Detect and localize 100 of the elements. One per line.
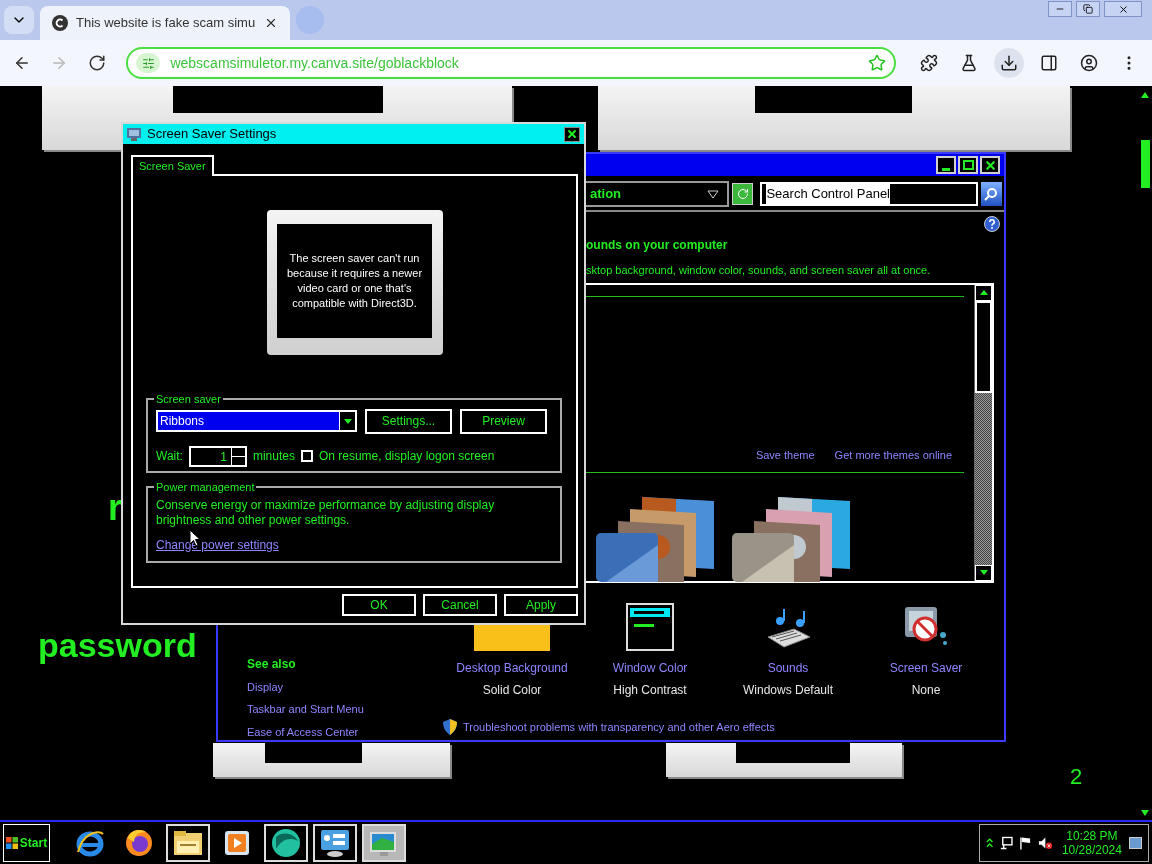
setting-value: Solid Color: [482, 681, 542, 699]
web-button[interactable]: [598, 86, 1070, 150]
scrollbar[interactable]: [974, 284, 992, 581]
web-button[interactable]: [213, 743, 450, 777]
scroll-up-icon[interactable]: [979, 290, 988, 295]
search-text: Search Control Panel: [766, 184, 890, 204]
sliders-icon[interactable]: [141, 56, 155, 70]
setting-value: High Contrast: [613, 681, 687, 699]
dialog-button[interactable]: Apply: [504, 594, 578, 616]
restore-icon[interactable]: [1083, 4, 1093, 14]
select-value: Ribbons: [159, 413, 206, 430]
theme-link[interactable]: Save theme: [755, 446, 815, 463]
browser-e-icon: [75, 828, 105, 858]
dialog-button[interactable]: Settings...: [365, 408, 452, 434]
taskbar-app-button[interactable]: [264, 824, 308, 862]
page-text: password: [38, 628, 197, 662]
wait-spinner[interactable]: 1: [188, 445, 247, 467]
flask-icon[interactable]: [960, 54, 978, 72]
help-icon[interactable]: [984, 216, 1000, 232]
scroll-down-icon[interactable]: [979, 570, 988, 575]
close-icon[interactable]: [1117, 3, 1129, 15]
folder-icon: [172, 829, 204, 857]
dialog-button[interactable]: Preview: [460, 408, 547, 434]
minimize-button[interactable]: [936, 156, 956, 174]
power-settings-link[interactable]: Change power settings: [156, 535, 552, 554]
site-settings-button[interactable]: [136, 53, 161, 73]
download-button[interactable]: [994, 48, 1024, 78]
start-button[interactable]: Start: [3, 824, 50, 862]
refresh-button[interactable]: [731, 183, 754, 205]
preview-message: The screen saver can't run because it requires a newer video card or one that's compatible with Direct3D.: [285, 251, 424, 311]
clock-time: 10:28 PM: [1066, 829, 1118, 843]
download-icon[interactable]: [1000, 54, 1018, 72]
browser-tab[interactable]: This website is fake scam simu: [40, 6, 290, 40]
url-text: webscamsimuletor.my.canva.site/goblackblock: [170, 53, 460, 73]
control-panel-icon: [319, 828, 351, 858]
tab-title: This website is fake scam simu: [76, 14, 256, 33]
see-also-link[interactable]: Taskbar and Start Menu: [247, 701, 443, 718]
reload-icon[interactable]: [87, 54, 106, 72]
search-icon[interactable]: [984, 187, 999, 201]
maximize-icon[interactable]: [962, 160, 974, 170]
clock-date: 10/28/2024: [1061, 843, 1122, 857]
see-also-heading: See also: [247, 655, 297, 673]
play-icon: [223, 829, 251, 857]
fox-globe-icon: [124, 828, 154, 858]
theme-link[interactable]: Get more themes online: [834, 446, 952, 463]
side-panel-icon[interactable]: [1040, 54, 1058, 72]
page-text: 2: [1070, 766, 1083, 788]
group-title: Power management: [155, 480, 256, 495]
minimize-icon[interactable]: [942, 167, 950, 171]
setting-value: None: [911, 681, 941, 699]
setting-value: Windows Default: [742, 681, 833, 699]
maximize-button[interactable]: [958, 156, 978, 174]
group-title: Screen saver: [155, 392, 222, 407]
scroll-down-icon[interactable]: [1141, 810, 1149, 816]
monitor-icon: [127, 127, 141, 141]
logon-label: On resume, display logon screen: [318, 448, 495, 465]
troubleshoot-link[interactable]: Troubleshoot problems with transparency and other Aero effects: [463, 718, 775, 735]
address-text: ation: [590, 185, 622, 204]
personalize-link[interactable]: Sounds: [767, 658, 809, 677]
logon-checkbox[interactable]: [300, 450, 313, 462]
screen-saver-select[interactable]: Ribbons: [156, 410, 357, 432]
wait-label: Wait:: [156, 448, 183, 465]
page-heading: ounds on your computer: [586, 237, 729, 254]
dialog-title: Screen Saver Settings: [147, 125, 278, 144]
wait-value: 1: [219, 448, 228, 465]
restore-button[interactable]: [1076, 1, 1100, 17]
dialog-tab[interactable]: Screen Saver: [131, 155, 214, 176]
dropdown-triangle-icon[interactable]: [706, 189, 719, 199]
dialog-button[interactable]: OK: [342, 594, 416, 616]
web-button[interactable]: [666, 743, 902, 777]
scroll-thumb[interactable]: [1140, 140, 1150, 188]
volume-icon[interactable]: [1038, 836, 1053, 850]
profile-icon[interactable]: [1080, 54, 1098, 72]
windows-logo-icon: [5, 837, 18, 849]
see-also-link[interactable]: Display: [247, 678, 443, 695]
page-description: sktop background, window color, sounds, and screen saver all at once.: [586, 263, 932, 278]
taskbar-app-button[interactable]: [313, 824, 357, 862]
flag-icon[interactable]: [1020, 836, 1032, 850]
shield-icon: [443, 718, 457, 735]
search-field[interactable]: Search Control Panel: [760, 182, 978, 206]
personalize-link[interactable]: Screen Saver: [889, 658, 963, 677]
show-desktop-button[interactable]: [1128, 837, 1142, 849]
chevron-up-icon[interactable]: [986, 838, 994, 848]
search-button[interactable]: [980, 182, 1002, 206]
triangle-down-icon[interactable]: [343, 418, 352, 424]
taskbar-app-button[interactable]: [166, 824, 210, 862]
sphere-icon: [270, 827, 302, 859]
scroll-up-icon[interactable]: [1141, 92, 1149, 98]
favicon-icon: [52, 15, 68, 31]
network-icon[interactable]: [1000, 836, 1014, 850]
see-also-link[interactable]: Ease of Access Center: [247, 723, 443, 740]
power-description: Conserve energy or maximize performance by adjusting display brightness and other power settings.: [156, 497, 496, 528]
page-text: r: [108, 490, 122, 526]
close-icon[interactable]: [264, 16, 278, 30]
bookmark-star-icon[interactable]: [868, 54, 886, 72]
wait-unit: minutes: [252, 448, 295, 465]
personalize-link[interactable]: Desktop Background: [456, 658, 568, 677]
puzzle-icon[interactable]: [920, 54, 938, 72]
personalize-link[interactable]: Window Color: [612, 658, 688, 677]
dialog-button[interactable]: Cancel: [423, 594, 497, 616]
